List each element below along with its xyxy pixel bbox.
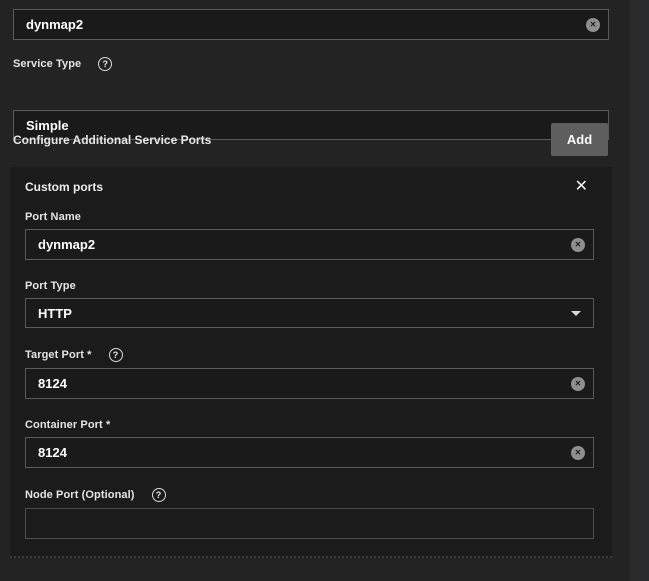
node-port-field-group: Node Port (Optional) ? bbox=[25, 488, 594, 539]
node-port-label: Node Port (Optional) bbox=[25, 489, 135, 501]
port-type-value: HTTP bbox=[38, 306, 72, 321]
custom-ports-card: Custom ports ✕ Port Name ✕ Port Type HTT… bbox=[10, 167, 612, 558]
clear-icon[interactable]: ✕ bbox=[586, 18, 600, 32]
service-type-label: Service Type bbox=[13, 58, 81, 70]
help-icon[interactable]: ? bbox=[109, 348, 123, 362]
port-name-field-group: Port Name ✕ bbox=[25, 211, 594, 260]
chevron-down-icon bbox=[571, 311, 581, 316]
container-port-input[interactable] bbox=[25, 437, 594, 468]
target-port-input[interactable] bbox=[25, 368, 594, 399]
clear-icon[interactable]: ✕ bbox=[571, 238, 585, 252]
clear-icon[interactable]: ✕ bbox=[571, 377, 585, 391]
port-name-label: Port Name bbox=[25, 211, 81, 223]
add-port-button[interactable]: Add bbox=[551, 123, 608, 156]
scroll-gutter bbox=[630, 0, 649, 581]
port-type-field-group: Port Type HTTP bbox=[25, 280, 594, 328]
app-name-input[interactable] bbox=[13, 9, 609, 40]
port-type-label: Port Type bbox=[25, 280, 76, 292]
target-port-label: Target Port * bbox=[25, 349, 92, 361]
port-name-input[interactable] bbox=[25, 229, 594, 260]
container-port-field-group: Container Port * ✕ bbox=[25, 419, 594, 468]
help-icon[interactable]: ? bbox=[98, 57, 112, 71]
additional-ports-label: Configure Additional Service Ports bbox=[13, 133, 211, 147]
port-type-select[interactable]: HTTP bbox=[25, 298, 594, 328]
close-icon[interactable]: ✕ bbox=[575, 179, 588, 195]
clear-icon[interactable]: ✕ bbox=[571, 446, 585, 460]
container-port-label: Container Port * bbox=[25, 419, 110, 431]
target-port-field-group: Target Port * ? ✕ bbox=[25, 348, 594, 399]
custom-ports-title: Custom ports bbox=[25, 180, 103, 194]
help-icon[interactable]: ? bbox=[152, 488, 166, 502]
node-port-input[interactable] bbox=[25, 508, 594, 539]
